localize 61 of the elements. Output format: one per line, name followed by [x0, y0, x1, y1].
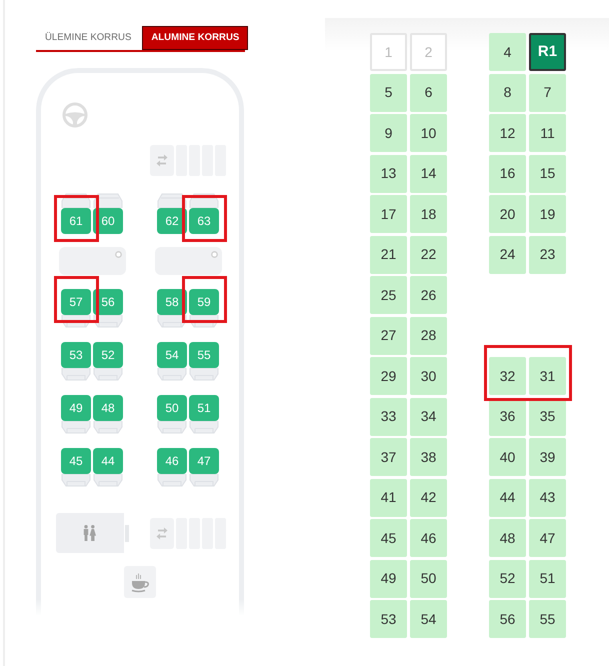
seat-button[interactable]: 25: [370, 276, 407, 314]
seat-button[interactable]: 56: [489, 600, 526, 638]
seat-button[interactable]: 34: [410, 398, 447, 436]
seat-button[interactable]: 49: [370, 560, 407, 598]
seat-button[interactable]: 31: [529, 357, 566, 395]
seat-button[interactable]: 16: [489, 154, 526, 192]
seat-button[interactable]: 53: [370, 600, 407, 638]
seat-button[interactable]: 8: [489, 74, 526, 112]
steering-wheel-icon: [62, 102, 88, 128]
swap-arrows-icon: [150, 145, 174, 176]
coffee-cup-icon: [124, 566, 156, 598]
seat-button[interactable]: 32: [489, 357, 526, 395]
seat-button[interactable]: 33: [370, 398, 407, 436]
seat-button[interactable]: 44: [489, 478, 526, 516]
seat-button[interactable]: 52: [489, 560, 526, 598]
seat-button[interactable]: 10: [410, 114, 447, 152]
seat-button[interactable]: 42: [410, 478, 447, 516]
floor-tab[interactable]: ÜLEMINE KORRUS: [36, 26, 140, 50]
swap-arrows-icon: [150, 518, 174, 548]
seat-button[interactable]: 55: [529, 600, 566, 638]
seat-button[interactable]: 5: [370, 74, 407, 112]
seat-button[interactable]: 46: [410, 519, 447, 557]
seat-button[interactable]: 40: [489, 438, 526, 476]
restroom-icon: [83, 525, 96, 541]
seat-button[interactable]: 11: [529, 114, 566, 152]
seat-button[interactable]: 45: [370, 519, 407, 557]
seat-button[interactable]: 7: [529, 74, 566, 112]
seat-button[interactable]: 26: [410, 276, 447, 314]
seat-button[interactable]: 4: [489, 33, 526, 71]
seat-button[interactable]: 17: [370, 195, 407, 233]
seat-button[interactable]: 38: [410, 438, 447, 476]
floor-tab[interactable]: ALUMINE KORRUS: [142, 26, 248, 50]
seat-button[interactable]: 29: [370, 357, 407, 395]
seat-button[interactable]: 21: [370, 236, 407, 274]
ring-icon: [210, 251, 218, 258]
seat-button[interactable]: 14: [410, 154, 447, 192]
seat-button[interactable]: 48: [489, 519, 526, 557]
seat-button[interactable]: 51: [529, 560, 566, 598]
seat-button[interactable]: 18: [410, 195, 447, 233]
seat-button[interactable]: 13: [370, 154, 407, 192]
ring-icon: [114, 251, 122, 258]
seat-button[interactable]: 50: [410, 560, 447, 598]
seat-button[interactable]: 47: [529, 519, 566, 557]
seat-button[interactable]: 9: [370, 114, 407, 152]
seat-button[interactable]: 30: [410, 357, 447, 395]
seat-button[interactable]: 19: [529, 195, 566, 233]
seat-button[interactable]: 23: [529, 236, 566, 274]
seat-button[interactable]: 24: [489, 236, 526, 274]
seat-button[interactable]: 22: [410, 236, 447, 274]
seat-button[interactable]: 20: [489, 195, 526, 233]
seat-button[interactable]: 43: [529, 478, 566, 516]
seat-button[interactable]: 6: [410, 74, 447, 112]
seat-button[interactable]: 37: [370, 438, 407, 476]
seat-button[interactable]: 15: [529, 154, 566, 192]
seat-button[interactable]: 54: [410, 600, 447, 638]
seat-button[interactable]: 28: [410, 316, 447, 354]
seat-button[interactable]: 39: [529, 438, 566, 476]
seat-button[interactable]: 27: [370, 316, 407, 354]
seat-button[interactable]: R1: [529, 33, 566, 71]
seat-button[interactable]: 12: [489, 114, 526, 152]
seat-button[interactable]: 41: [370, 478, 407, 516]
